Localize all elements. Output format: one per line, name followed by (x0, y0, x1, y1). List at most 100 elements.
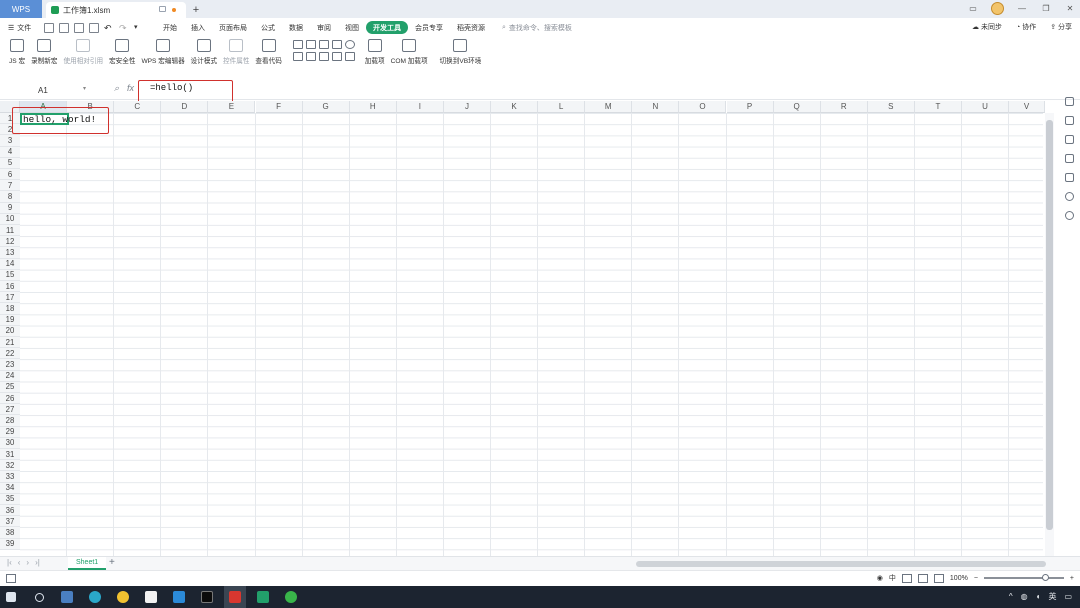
help-icon[interactable] (1065, 211, 1074, 220)
style-icon[interactable] (1065, 97, 1074, 106)
row-header-8[interactable]: 8 (0, 191, 20, 203)
backup-icon[interactable] (1065, 173, 1074, 182)
addins-button[interactable]: 加载项 (362, 37, 388, 65)
sync-status-button[interactable]: ☁ 未同步 (972, 22, 1002, 32)
undo-icon[interactable]: ↶ (104, 23, 114, 33)
column-header-i[interactable]: I (396, 101, 444, 113)
settings-sliders-icon[interactable] (1065, 135, 1074, 144)
column-header-p[interactable]: P (726, 101, 774, 113)
com-addins-button[interactable]: COM 加载项 (388, 37, 431, 65)
row-header-3[interactable]: 3 (0, 135, 20, 147)
js-macro-button[interactable]: JS 宏 (6, 37, 28, 65)
row-header-13[interactable]: 13 (0, 247, 20, 259)
page-break-view-icon[interactable] (933, 573, 944, 583)
column-header-e[interactable]: E (208, 101, 256, 113)
chevron-up-icon[interactable]: ^ (1009, 592, 1013, 601)
column-header-q[interactable]: Q (773, 101, 821, 113)
column-header-n[interactable]: N (632, 101, 680, 113)
name-box[interactable]: A1 ▾ (6, 83, 86, 97)
macro-editor-button[interactable]: WPS 宏编辑器 (138, 37, 187, 65)
avatar[interactable] (991, 2, 1004, 15)
close-icon[interactable]: ✕ (1064, 3, 1076, 15)
column-header-s[interactable]: S (867, 101, 915, 113)
row-header-12[interactable]: 12 (0, 236, 20, 248)
start-button[interactable] (0, 586, 22, 608)
window-icon[interactable] (159, 6, 166, 12)
table-style-icon[interactable] (1065, 154, 1074, 163)
input-language[interactable]: 英 (1048, 591, 1056, 602)
listbox-control-icon[interactable] (318, 40, 329, 49)
sheet-tab-sheet1[interactable]: Sheet1 (68, 557, 107, 570)
row-header-33[interactable]: 33 (0, 471, 20, 483)
taskbar-app-typora[interactable] (140, 586, 162, 608)
macro-record-icon[interactable] (6, 574, 16, 583)
row-header-29[interactable]: 29 (0, 426, 20, 438)
normal-view-icon[interactable] (901, 573, 912, 583)
save-icon[interactable] (44, 22, 54, 33)
row-header-15[interactable]: 15 (0, 269, 20, 281)
column-header-d[interactable]: D (161, 101, 209, 113)
taskbar-app-terminal[interactable] (196, 586, 218, 608)
tab-view[interactable]: 视图 (338, 21, 366, 34)
zoom-slider-knob[interactable] (1041, 574, 1049, 581)
prev-sheet-icon[interactable]: ‹ (18, 558, 21, 567)
taskbar-app-wps[interactable] (224, 586, 246, 608)
column-header-h[interactable]: H (349, 101, 397, 113)
layout-icon[interactable]: ▭ (967, 3, 979, 15)
row-header-32[interactable]: 32 (0, 460, 20, 472)
row-header-10[interactable]: 10 (0, 213, 20, 225)
row-header-6[interactable]: 6 (0, 169, 20, 181)
row-header-17[interactable]: 17 (0, 292, 20, 304)
column-header-r[interactable]: R (820, 101, 868, 113)
row-header-16[interactable]: 16 (0, 281, 20, 293)
tab-formulas[interactable]: 公式 (254, 21, 282, 34)
column-header-v[interactable]: V (1009, 101, 1045, 113)
chevron-down-icon[interactable]: ▾ (83, 85, 86, 92)
row-header-36[interactable]: 36 (0, 505, 20, 517)
row-header-21[interactable]: 21 (0, 337, 20, 349)
cell-grid[interactable] (20, 113, 1043, 556)
input-method-icon[interactable]: 中 (889, 573, 896, 583)
row-header-22[interactable]: 22 (0, 348, 20, 360)
taskbar-app-vscode[interactable] (168, 586, 190, 608)
taskbar-app-spreadsheet[interactable] (252, 586, 274, 608)
export-icon[interactable] (59, 22, 69, 33)
column-header-k[interactable]: K (491, 101, 539, 113)
row-header-39[interactable]: 39 (0, 538, 20, 550)
collaborate-button[interactable]: ◔ 协作 (1016, 22, 1036, 32)
customize-icon[interactable]: ▾ (134, 23, 144, 33)
row-header-9[interactable]: 9 (0, 202, 20, 214)
design-mode-button[interactable]: 设计模式 (188, 37, 220, 65)
next-sheet-icon[interactable]: › (26, 558, 29, 567)
add-sheet-button[interactable]: + (109, 557, 115, 568)
column-header-f[interactable]: F (255, 101, 303, 113)
row-header-35[interactable]: 35 (0, 493, 20, 505)
first-sheet-icon[interactable]: |‹ (7, 558, 12, 567)
redo-icon[interactable]: ↷ (119, 23, 129, 33)
file-menu[interactable]: ☰ 文件 (0, 23, 42, 33)
taskbar-app-wechat[interactable] (280, 586, 302, 608)
print-preview-icon[interactable] (89, 22, 99, 33)
eye-icon[interactable]: ◉ (877, 574, 883, 582)
page-layout-view-icon[interactable] (917, 573, 928, 583)
image-control-icon[interactable] (305, 52, 316, 61)
tab-developer[interactable]: 开发工具 (366, 21, 408, 34)
tab-page-layout[interactable]: 页面布局 (212, 21, 254, 34)
notification-icon[interactable]: ▭ (1064, 592, 1072, 601)
column-header-o[interactable]: O (679, 101, 727, 113)
tab-data[interactable]: 数据 (282, 21, 310, 34)
command-search[interactable]: ⌕ 查找命令、搜索模板 (502, 23, 572, 33)
relative-ref-button[interactable]: 使用相对引用 (61, 37, 107, 65)
tab-review[interactable]: 审阅 (310, 21, 338, 34)
row-header-18[interactable]: 18 (0, 303, 20, 315)
column-header-t[interactable]: T (914, 101, 962, 113)
row-header-14[interactable]: 14 (0, 258, 20, 270)
new-tab-button[interactable]: + (188, 2, 204, 18)
groupbox-control-icon[interactable] (318, 52, 329, 61)
row-header-38[interactable]: 38 (0, 527, 20, 539)
row-header-4[interactable]: 4 (0, 146, 20, 158)
tab-member[interactable]: 会员专享 (408, 21, 450, 34)
document-tab[interactable]: 工作簿1.xlsm (46, 2, 186, 18)
macro-security-button[interactable]: 宏安全性 (106, 37, 138, 65)
control-properties-button[interactable]: 控件属性 (220, 37, 252, 65)
